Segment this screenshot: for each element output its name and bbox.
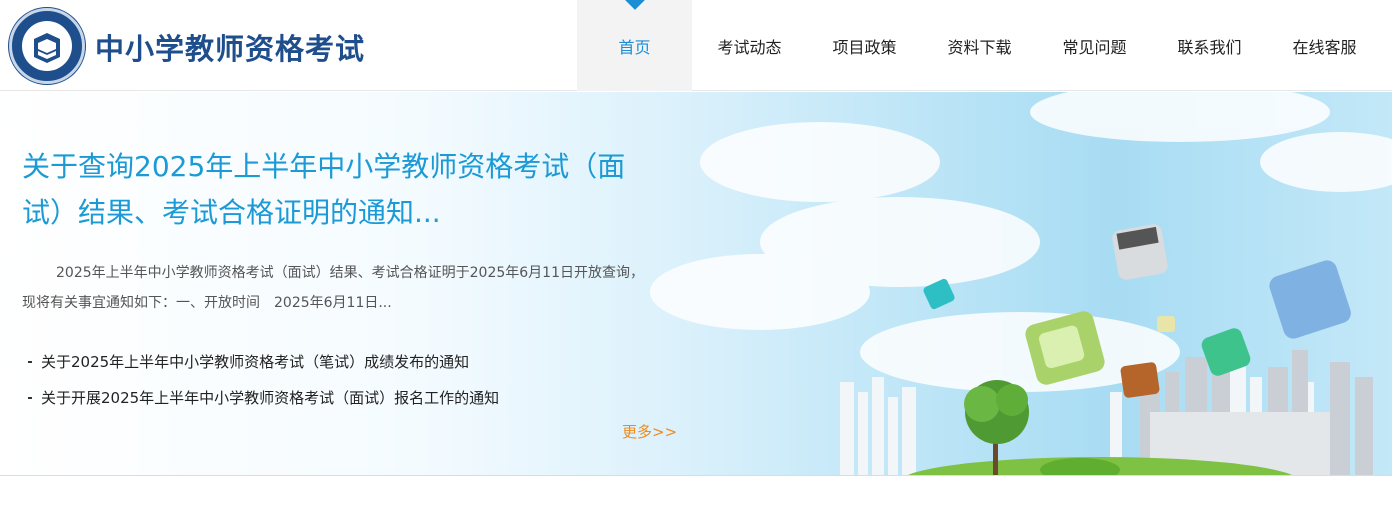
- nav-item-policy[interactable]: 项目政策: [807, 0, 922, 91]
- news-list-item[interactable]: 关于开展2025年上半年中小学教师资格考试（面试）报名工作的通知: [28, 380, 499, 416]
- nav-item-exam-news[interactable]: 考试动态: [692, 0, 807, 91]
- nav-item-label: 常见问题: [1062, 37, 1127, 57]
- nav-item-faq[interactable]: 常见问题: [1037, 0, 1152, 91]
- more-news-link[interactable]: 更多>>: [622, 421, 677, 442]
- nav-item-label: 首页: [618, 37, 651, 57]
- nav-item-label: 资料下载: [947, 37, 1012, 57]
- nav-item-label: 项目政策: [832, 37, 897, 57]
- site-logo-icon[interactable]: [9, 8, 85, 84]
- news-list-item[interactable]: 关于2025年上半年中小学教师资格考试（笔试）成绩发布的通知: [28, 344, 499, 380]
- featured-news-summary: 2025年上半年中小学教师资格考试（面试）结果、考试合格证明于2025年6月11…: [22, 265, 644, 311]
- featured-news-headline[interactable]: 关于查询2025年上半年中小学教师资格考试（面试）结果、考试合格证明的通知...: [22, 144, 652, 236]
- main-nav: 首页 考试动态 项目政策 资料下载 常见问题 联系我们 在线客服: [577, 0, 1382, 91]
- site-title: 中小学教师资格考试: [95, 32, 366, 66]
- nav-item-online-service[interactable]: 在线客服: [1267, 0, 1382, 91]
- nav-item-label: 在线客服: [1292, 37, 1357, 57]
- bullet-icon: [28, 397, 32, 399]
- nav-item-downloads[interactable]: 资料下载: [922, 0, 1037, 91]
- site-header: 中小学教师资格考试 首页 考试动态 项目政策 资料下载 常见问题 联系我们 在线…: [0, 0, 1392, 91]
- active-caret-icon: [624, 0, 645, 10]
- nav-item-contact[interactable]: 联系我们: [1152, 0, 1267, 91]
- news-link-label: 关于2025年上半年中小学教师资格考试（笔试）成绩发布的通知: [41, 353, 470, 371]
- news-link-label: 关于开展2025年上半年中小学教师资格考试（面试）报名工作的通知: [41, 389, 500, 407]
- bullet-icon: [28, 361, 32, 363]
- nav-item-label: 联系我们: [1177, 37, 1242, 57]
- hero-banner: 关于查询2025年上半年中小学教师资格考试（面试）结果、考试合格证明的通知...…: [0, 92, 1392, 475]
- news-list: 关于2025年上半年中小学教师资格考试（笔试）成绩发布的通知 关于开展2025年…: [28, 344, 499, 416]
- nav-item-label: 考试动态: [717, 37, 782, 57]
- nav-item-home[interactable]: 首页: [577, 0, 692, 91]
- banner-divider: [0, 475, 1392, 476]
